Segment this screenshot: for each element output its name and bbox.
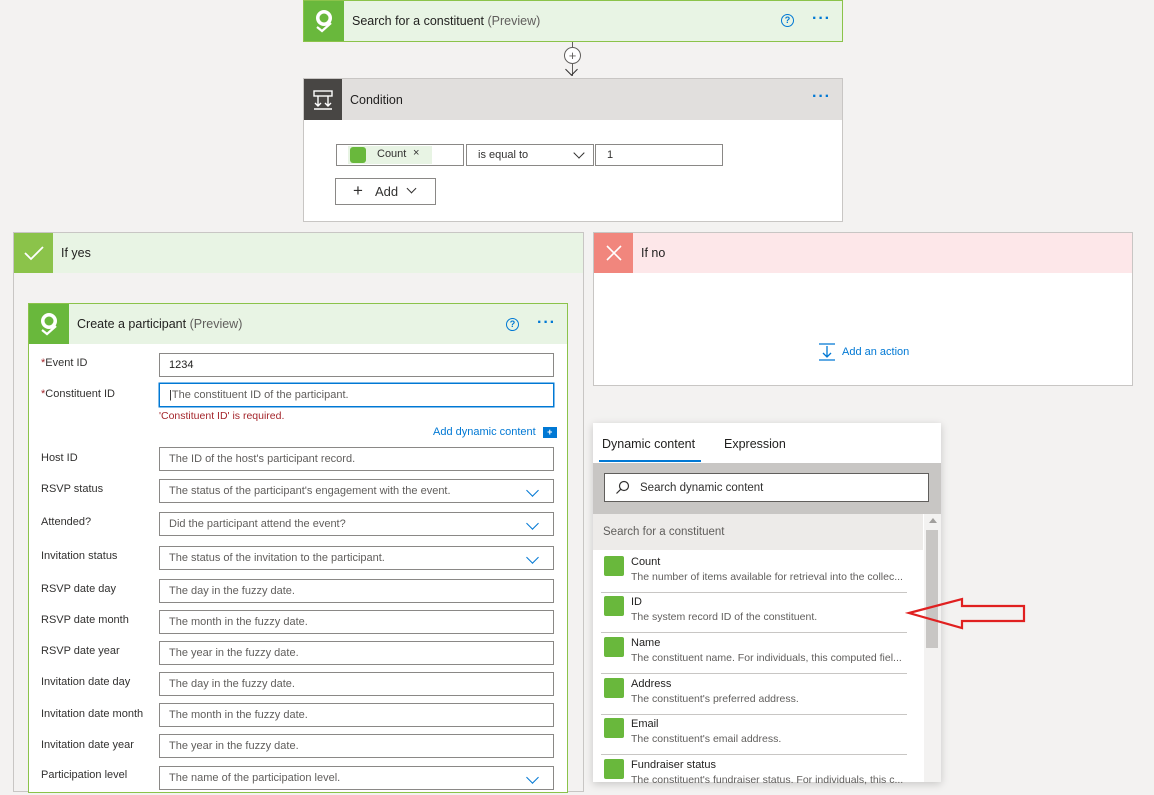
help-icon[interactable]: ?: [506, 318, 519, 331]
invitation-date-year-label: Invitation date year: [41, 739, 134, 751]
participation-level-select[interactable]: The name of the participation level.: [159, 766, 554, 790]
condition-card[interactable]: Condition ··· Count × is equal to 1 + Ad…: [303, 78, 843, 222]
constituent-icon: [604, 678, 624, 698]
rsvp-status-select[interactable]: The status of the participant's engageme…: [159, 479, 554, 503]
add-action-label: Add an action: [842, 346, 910, 358]
rsvp-date-year-label: RSVP date year: [41, 645, 120, 657]
constituent-token-icon: [350, 147, 366, 163]
operator-value: is equal to: [478, 149, 529, 161]
tab-active-indicator: [599, 460, 701, 462]
remove-token-icon[interactable]: ×: [413, 147, 419, 159]
constituent-app-icon: [304, 1, 344, 41]
constituent-icon: [604, 556, 624, 576]
list-item[interactable]: Email The constituent's email address.: [601, 714, 907, 755]
condition-left-operand[interactable]: Count ×: [336, 144, 464, 166]
scrollbar[interactable]: [924, 514, 941, 782]
search-step-preview: (Preview): [487, 14, 541, 28]
condition-value-input[interactable]: 1: [595, 144, 723, 166]
invitation-date-month-label: Invitation date month: [41, 708, 144, 720]
list-item[interactable]: Name The constituent name. For individua…: [601, 633, 907, 674]
search-area: Search dynamic content: [593, 463, 941, 514]
condition-value: 1: [607, 149, 614, 161]
dynamic-list: Search for a constituent Count The numbe…: [593, 514, 941, 786]
more-options-icon[interactable]: ···: [812, 10, 831, 28]
red-arrow-annotation: [905, 597, 1026, 630]
checkmark-icon: [14, 233, 53, 273]
arrow-down-icon: [565, 63, 578, 76]
section-header: Search for a constituent: [593, 514, 923, 550]
constituent-icon: [604, 718, 624, 738]
chevron-down-icon: [526, 484, 539, 497]
section-title: Search for a constituent: [603, 526, 725, 538]
if-yes-title: If yes: [61, 246, 91, 260]
rsvp-date-day-input[interactable]: The day in the fuzzy date.: [159, 579, 554, 603]
tab-dynamic-content[interactable]: Dynamic content: [602, 437, 695, 451]
condition-title: Condition: [350, 92, 403, 107]
event-id-input[interactable]: 1234: [159, 353, 554, 377]
search-icon: [616, 480, 630, 494]
search-dynamic-input[interactable]: Search dynamic content: [604, 473, 929, 502]
list-item[interactable]: Address The constituent's preferred addr…: [601, 674, 907, 715]
event-id-label: *Event ID: [41, 357, 88, 369]
rsvp-date-day-label: RSVP date day: [41, 583, 117, 595]
required-error-text: 'Constituent ID' is required.: [159, 410, 285, 422]
create-participant-card[interactable]: Create a participant (Preview) ? ··· *Ev…: [28, 303, 568, 793]
invitation-date-day-input[interactable]: The day in the fuzzy date.: [159, 672, 554, 696]
more-options-icon[interactable]: ···: [812, 88, 831, 106]
add-label: Add: [375, 184, 399, 199]
add-dynamic-content-link[interactable]: Add dynamic content +: [433, 426, 557, 438]
condition-icon: [304, 79, 342, 120]
constituent-id-input[interactable]: |The constituent ID of the participant.: [159, 383, 554, 407]
search-step-title: Search for a constituent: [352, 14, 485, 28]
help-icon[interactable]: ?: [781, 14, 794, 27]
chevron-down-icon: [526, 517, 539, 530]
count-token[interactable]: Count ×: [348, 146, 432, 164]
list-item[interactable]: Fundraiser status The constituent's fund…: [601, 755, 907, 795]
host-id-label: Host ID: [41, 452, 78, 464]
invitation-date-month-input[interactable]: The month in the fuzzy date.: [159, 703, 554, 727]
chevron-down-icon: [406, 183, 417, 194]
add-dynamic-icon: +: [542, 426, 557, 438]
more-options-icon[interactable]: ···: [537, 314, 556, 332]
rsvp-date-month-label: RSVP date month: [41, 614, 129, 626]
constituent-app-icon: [29, 304, 69, 344]
count-token-label: Count: [377, 148, 407, 160]
constituent-icon: [604, 596, 624, 616]
list-item[interactable]: ID The system record ID of the constitue…: [601, 592, 907, 633]
invitation-date-year-input[interactable]: The year in the fuzzy date.: [159, 734, 554, 758]
constituent-icon: [604, 637, 624, 657]
list-item[interactable]: Count The number of items available for …: [601, 552, 907, 593]
rsvp-status-label: RSVP status: [41, 483, 104, 495]
attended-label: Attended?: [41, 516, 92, 528]
invitation-date-day-label: Invitation date day: [41, 676, 131, 688]
constituent-icon: [604, 759, 624, 779]
rsvp-date-month-input[interactable]: The month in the fuzzy date.: [159, 610, 554, 634]
operator-select[interactable]: is equal to: [466, 144, 594, 166]
constituent-id-label: *Constituent ID: [41, 388, 115, 400]
close-icon: [594, 233, 633, 273]
search-constituent-card[interactable]: Search for a constituent (Preview) ? ···: [303, 0, 843, 42]
add-condition-button[interactable]: + Add: [335, 178, 436, 205]
invitation-status-select[interactable]: The status of the invitation to the part…: [159, 546, 554, 570]
dynamic-content-panel: Dynamic content Expression Search dynami…: [593, 423, 941, 786]
insert-step-icon[interactable]: +: [564, 47, 581, 64]
add-action-icon: [819, 343, 835, 361]
host-id-input[interactable]: The ID of the host's participant record.: [159, 447, 554, 471]
scroll-up-icon[interactable]: [929, 518, 937, 523]
if-no-branch: If no Add an action: [593, 232, 1133, 386]
chevron-down-icon: [526, 551, 539, 564]
search-placeholder: Search dynamic content: [640, 482, 764, 494]
rsvp-date-year-input[interactable]: The year in the fuzzy date.: [159, 641, 554, 665]
plus-icon: +: [353, 181, 363, 200]
invitation-status-label: Invitation status: [41, 550, 118, 562]
create-participant-preview: (Preview): [189, 317, 243, 331]
attended-select[interactable]: Did the participant attend the event?: [159, 512, 554, 536]
create-participant-title: Create a participant: [77, 317, 187, 331]
participation-level-label: Participation level: [41, 769, 128, 781]
if-no-title: If no: [641, 246, 666, 260]
tab-expression[interactable]: Expression: [724, 437, 786, 451]
chevron-down-icon: [573, 147, 585, 159]
